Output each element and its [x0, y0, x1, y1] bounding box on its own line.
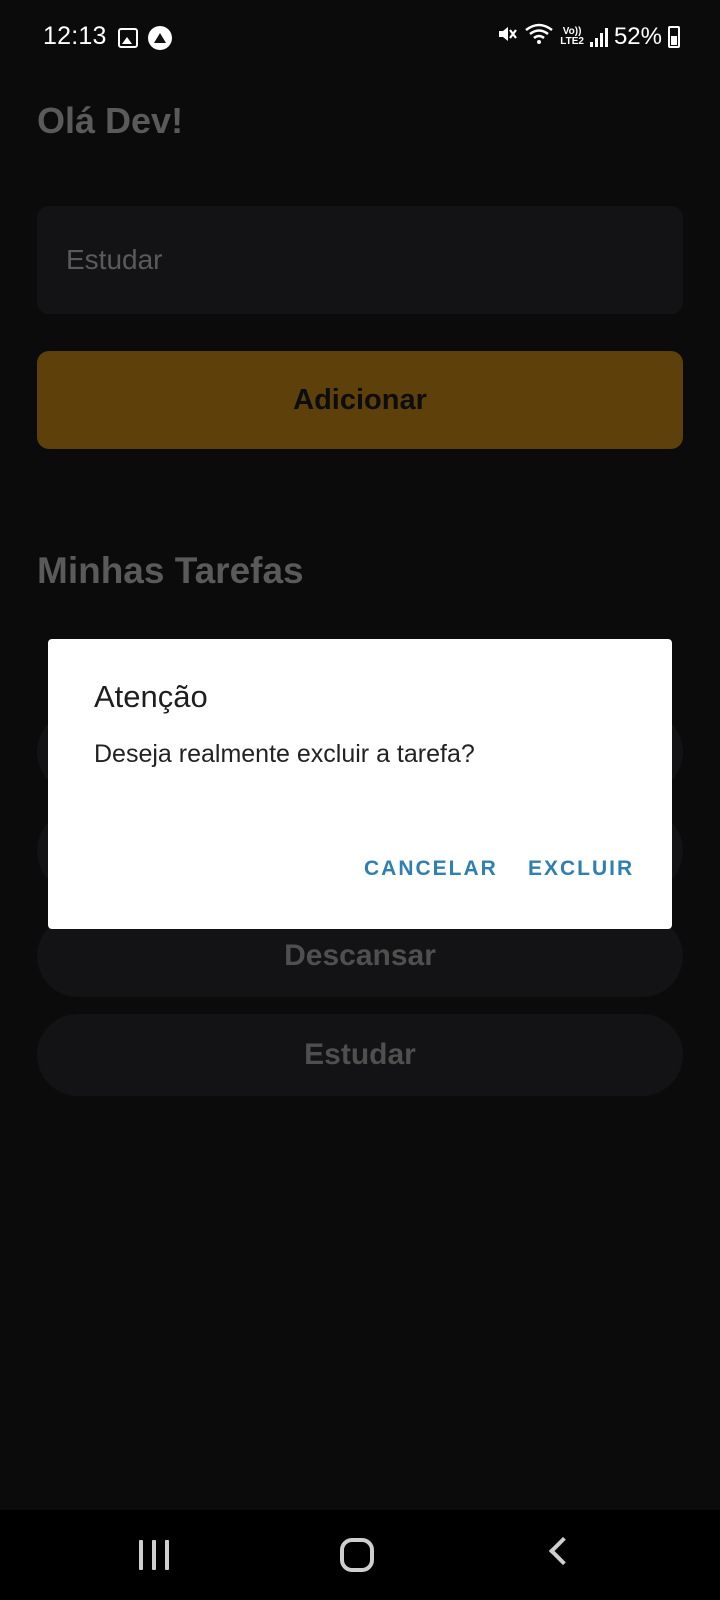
cancel-button[interactable]: CANCELAR	[364, 857, 498, 881]
greeting-title: Olá Dev!	[37, 100, 184, 141]
task-item-label: Descansar	[284, 939, 436, 972]
tasks-title: Minhas Tarefas	[37, 550, 304, 591]
back-icon[interactable]	[548, 1536, 578, 1566]
home-icon[interactable]	[340, 1538, 374, 1572]
recent-apps-icon[interactable]	[139, 1540, 169, 1570]
add-button[interactable]: Adicionar	[37, 351, 683, 449]
task-input[interactable]	[37, 206, 683, 314]
task-item-label: Estudar	[304, 1038, 416, 1071]
dialog-message: Deseja realmente excluir a tarefa?	[94, 740, 475, 768]
delete-button[interactable]: EXCLUIR	[528, 857, 634, 881]
dialog-title: Atenção	[94, 679, 208, 714]
navigation-bar	[0, 1510, 720, 1600]
confirm-delete-dialog: Atenção Deseja realmente excluir a taref…	[48, 639, 672, 929]
task-item[interactable]: Estudar	[37, 1014, 683, 1096]
app-screen: 12:13 Vo)) LTE2 52% Olá Dev! Estudar Adi…	[0, 0, 720, 1600]
